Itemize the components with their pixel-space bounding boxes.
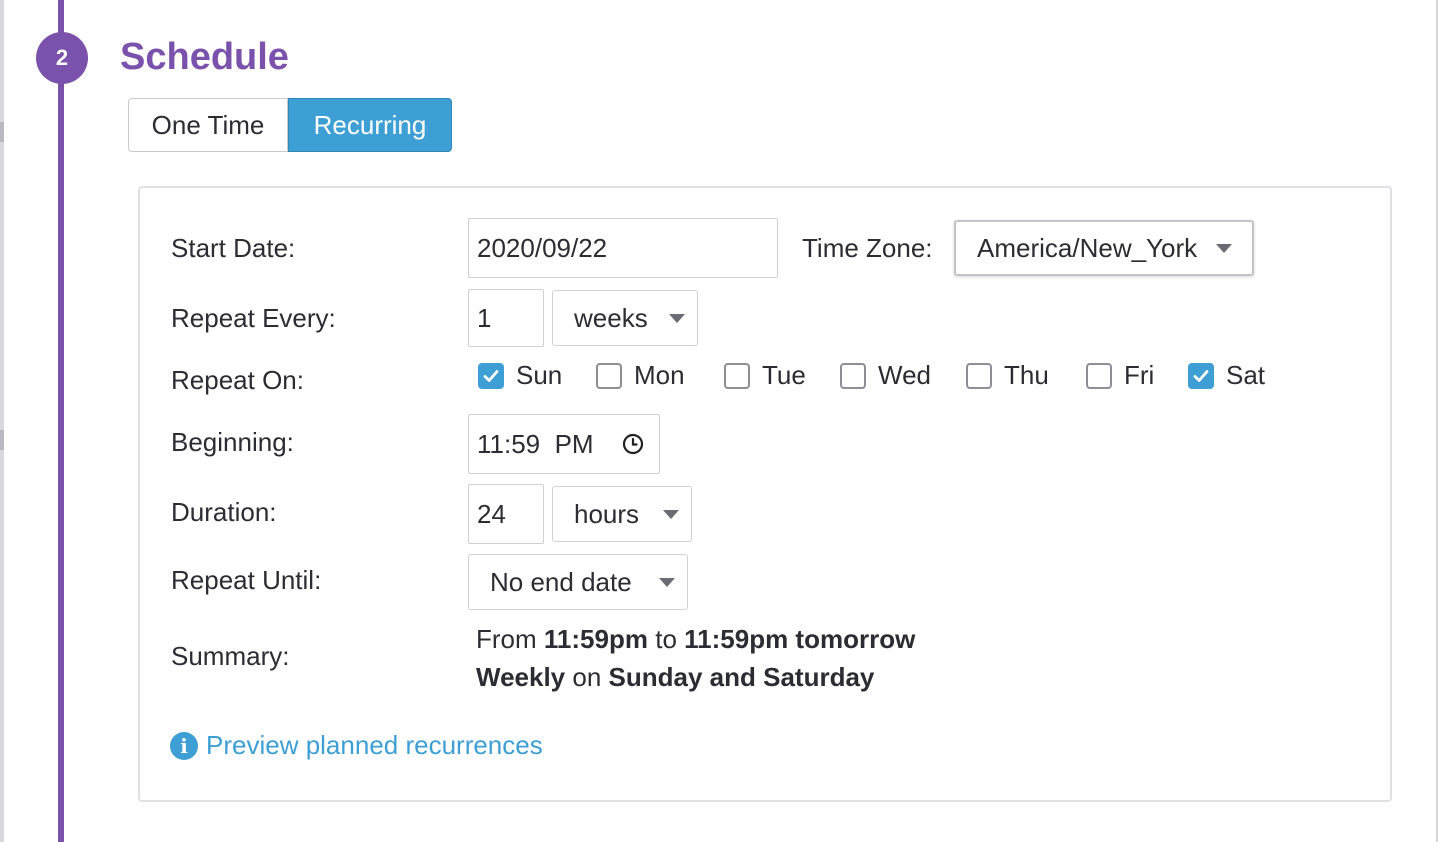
day-label: Thu	[1004, 360, 1049, 390]
duration-value: 24	[477, 499, 506, 529]
chevron-down-icon	[669, 313, 685, 323]
repeat-every-label: Repeat Every:	[171, 303, 336, 333]
repeat-on-label: Repeat On:	[171, 365, 304, 395]
day-option-mon[interactable]: Mon	[596, 360, 685, 391]
chevron-down-icon	[659, 577, 675, 587]
checkmark-icon	[483, 369, 499, 382]
summary-label: Summary:	[171, 641, 290, 671]
day-label: Wed	[878, 360, 931, 390]
start-date-value: 2020/09/22	[477, 233, 608, 263]
step-rail	[58, 0, 64, 842]
day-option-sat[interactable]: Sat	[1188, 360, 1265, 391]
beginning-time-input[interactable]: 11:59 PM	[468, 414, 660, 474]
step-number-badge: 2	[36, 32, 88, 84]
summary-days: Sunday and Saturday	[608, 662, 875, 692]
checkmark-icon	[1193, 369, 1209, 382]
checkbox-checked[interactable]	[478, 362, 504, 389]
preview-link-label: Preview planned recurrences	[206, 730, 543, 760]
repeat-until-label: Repeat Until:	[171, 565, 322, 595]
preview-recurrences-link[interactable]: i Preview planned recurrences	[170, 730, 543, 761]
summary-end-time: 11:59pm tomorrow	[684, 624, 916, 654]
checkbox[interactable]	[724, 362, 750, 389]
day-option-fri[interactable]: Fri	[1086, 360, 1154, 391]
day-option-thu[interactable]: Thu	[966, 360, 1049, 391]
recurring-option[interactable]: Recurring	[288, 98, 452, 152]
time-zone-value: America/New_York	[977, 232, 1198, 263]
schedule-type-toggle: One Time Recurring	[128, 98, 452, 154]
day-label: Sun	[516, 360, 563, 390]
day-label: Tue	[762, 360, 806, 390]
repeat-every-value: 1	[477, 303, 492, 333]
summary-from: From	[476, 624, 537, 654]
checkbox-checked[interactable]	[1188, 362, 1214, 389]
summary-to: to	[655, 624, 677, 654]
duration-unit-select[interactable]: hours	[552, 486, 692, 542]
summary-text: From 11:59pm to 11:59pm tomorrow Weekly …	[476, 620, 915, 696]
gutter-mark	[0, 430, 4, 450]
section-title: Schedule	[120, 36, 289, 78]
beginning-time-value: 11:59 PM	[477, 429, 594, 459]
summary-line-time: From 11:59pm to 11:59pm tomorrow	[476, 620, 915, 658]
day-label: Mon	[634, 360, 685, 390]
gutter-mark	[0, 122, 4, 142]
chevron-down-icon	[663, 509, 679, 519]
start-date-input[interactable]: 2020/09/22	[468, 218, 778, 278]
repeat-until-value: No end date	[490, 566, 632, 597]
duration-input[interactable]: 24	[468, 484, 544, 544]
duration-label: Duration:	[171, 497, 277, 527]
info-icon: i	[170, 731, 198, 760]
chevron-down-icon	[1216, 243, 1232, 253]
one-time-option[interactable]: One Time	[128, 98, 288, 152]
start-date-label: Start Date:	[171, 233, 296, 263]
repeat-every-input[interactable]: 1	[468, 289, 544, 347]
checkbox[interactable]	[840, 362, 866, 389]
duration-unit-value: hours	[574, 498, 640, 529]
day-option-sun[interactable]: Sun	[478, 360, 562, 391]
time-zone-select[interactable]: America/New_York	[954, 220, 1254, 276]
day-label: Sat	[1226, 360, 1266, 390]
checkbox[interactable]	[1086, 362, 1112, 389]
summary-on: on	[572, 662, 602, 692]
checkbox[interactable]	[966, 362, 992, 389]
time-zone-label: Time Zone:	[802, 233, 933, 263]
summary-start-time: 11:59pm	[543, 624, 648, 654]
repeat-unit-select[interactable]: weeks	[552, 290, 698, 346]
day-option-wed[interactable]: Wed	[840, 360, 931, 391]
summary-frequency: Weekly	[476, 662, 566, 692]
schedule-panel	[138, 186, 1392, 802]
summary-line-frequency: Weekly on Sunday and Saturday	[476, 658, 915, 696]
day-label: Fri	[1124, 360, 1155, 390]
clock-icon[interactable]	[621, 432, 645, 456]
beginning-label: Beginning:	[171, 427, 294, 457]
day-option-tue[interactable]: Tue	[724, 360, 806, 391]
repeat-unit-value: weeks	[574, 302, 648, 333]
repeat-until-select[interactable]: No end date	[468, 554, 688, 610]
checkbox[interactable]	[596, 362, 622, 389]
